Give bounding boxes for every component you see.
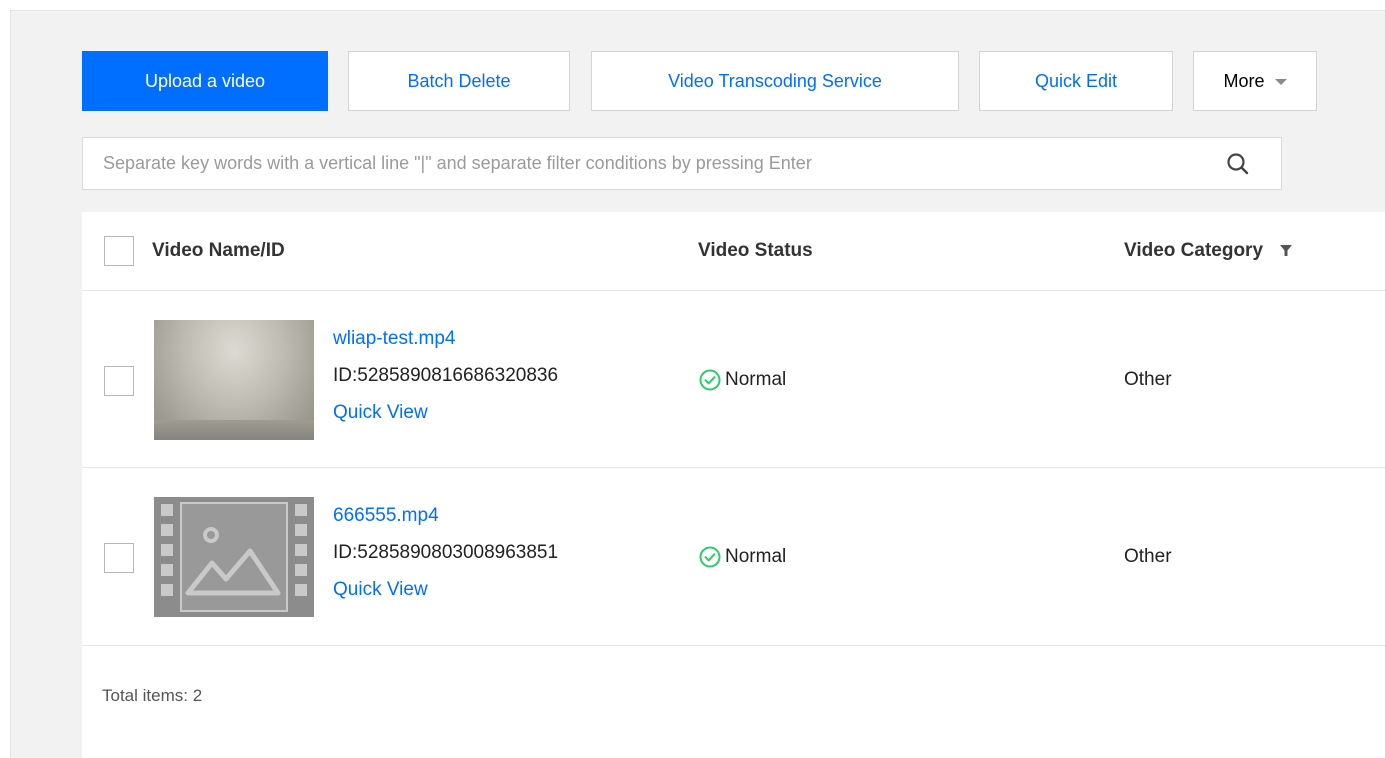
video-thumbnail[interactable] <box>154 497 314 617</box>
select-all-checkbox[interactable] <box>104 236 134 266</box>
quick-edit-label: Quick Edit <box>1034 70 1118 91</box>
video-table: Video Name/ID Video Status Video Categor… <box>82 212 1385 758</box>
status-text: Normal <box>725 369 787 390</box>
status-text: Normal <box>725 546 787 567</box>
video-thumbnail[interactable] <box>154 320 314 440</box>
caret-down-icon <box>1274 79 1287 85</box>
column-header-name: Video Name/ID <box>152 240 285 261</box>
column-header-category-wrap[interactable]: Video Category <box>1124 240 1294 262</box>
batch-delete-button[interactable]: Batch Delete <box>348 51 570 111</box>
video-transcoding-service-button[interactable]: Video Transcoding Service <box>591 51 959 111</box>
more-label: More <box>1223 70 1265 91</box>
check-circle-icon <box>699 369 721 391</box>
video-category: Other <box>1124 546 1172 567</box>
video-id: ID:5285890816686320836 <box>333 365 559 386</box>
total-items: Total items: 2 <box>102 686 203 705</box>
table-row: wliap-test.mp4 ID:5285890816686320836 Qu… <box>82 291 1385 468</box>
status-badge: Normal <box>699 369 786 391</box>
more-dropdown-button[interactable]: More <box>1193 51 1317 111</box>
video-name-link[interactable]: 666555.mp4 <box>333 505 439 527</box>
upload-video-label: Upload a video <box>144 70 266 91</box>
image-placeholder-icon <box>154 497 314 617</box>
video-name-link[interactable]: wliap-test.mp4 <box>333 328 456 350</box>
search-icon[interactable] <box>1225 151 1251 177</box>
quick-view-link[interactable]: Quick View <box>333 579 428 601</box>
table-row: 666555.mp4 ID:5285890803008963851 Quick … <box>82 468 1385 646</box>
video-transcoding-service-label: Video Transcoding Service <box>668 70 882 91</box>
video-category: Other <box>1124 369 1172 390</box>
column-header-category: Video Category <box>1124 240 1264 261</box>
video-id: ID:5285890803008963851 <box>333 542 559 563</box>
quick-edit-button[interactable]: Quick Edit <box>979 51 1173 111</box>
column-header-status: Video Status <box>698 240 813 261</box>
row-checkbox[interactable] <box>104 366 134 396</box>
table-header-row: Video Name/ID Video Status Video Categor… <box>82 212 1385 291</box>
search-bar <box>82 137 1282 190</box>
search-input[interactable] <box>103 153 1203 174</box>
row-checkbox[interactable] <box>104 543 134 573</box>
status-badge: Normal <box>699 546 786 568</box>
batch-delete-label: Batch Delete <box>407 70 511 91</box>
upload-video-button[interactable]: Upload a video <box>82 51 328 111</box>
check-circle-icon <box>699 546 721 568</box>
quick-view-link[interactable]: Quick View <box>333 402 428 424</box>
filter-icon[interactable] <box>1278 242 1294 258</box>
